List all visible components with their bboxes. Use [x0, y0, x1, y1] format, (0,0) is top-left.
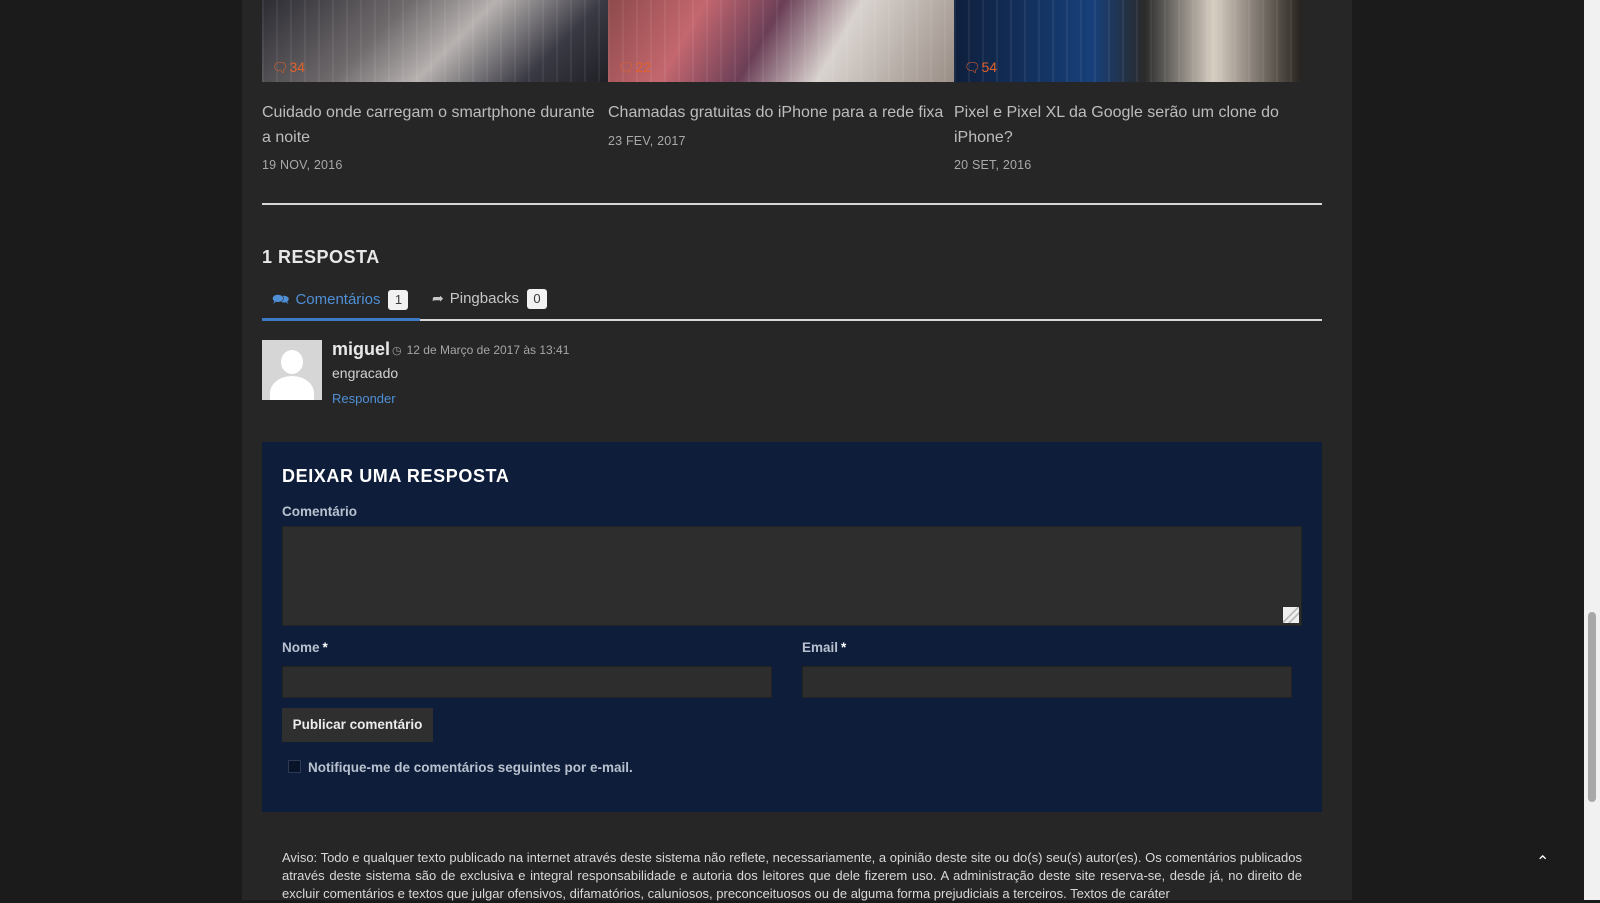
- comment-count: 🗨22: [618, 59, 651, 76]
- tab-pingbacks-label: Pingbacks: [449, 290, 519, 307]
- required-mark: *: [841, 640, 847, 655]
- related-post-title[interactable]: Cuidado onde carregam o smartphone duran…: [262, 100, 602, 150]
- related-post-title[interactable]: Pixel e Pixel XL da Google serão um clon…: [954, 100, 1294, 150]
- thumbnail-texture: [262, 0, 608, 82]
- comment-count: 🗨54: [964, 59, 997, 76]
- comment-count-value: 22: [635, 59, 652, 75]
- clock-icon: ◷: [392, 345, 402, 357]
- scrollbar-thumb[interactable]: [1588, 612, 1596, 802]
- related-post-title[interactable]: Chamadas gratuitas do iPhone para a rede…: [608, 100, 948, 125]
- related-post-date: 20 SET, 2016: [954, 158, 1032, 172]
- comment-count: 🗨34: [272, 59, 305, 76]
- avatar-body: [270, 376, 314, 400]
- resize-handle-icon[interactable]: [1283, 607, 1299, 623]
- thumbnail-texture: [954, 0, 1300, 82]
- reply-form-title: DEIXAR UMA RESPOSTA: [282, 466, 510, 486]
- required-mark: *: [322, 640, 328, 655]
- comment-author[interactable]: miguel: [332, 339, 390, 360]
- comment-bubble-icon: 🗨: [964, 60, 981, 75]
- comment-text: engracado: [332, 365, 399, 381]
- email-field-label: Email *: [802, 640, 846, 655]
- comment-timestamp[interactable]: ◷ 12 de Março de 2017 às 13:41: [392, 343, 569, 357]
- notify-checkbox[interactable]: [288, 760, 301, 773]
- email-input[interactable]: [802, 666, 1292, 698]
- related-posts: 🗨34 Cuidado onde carregam o smartphone d…: [262, 0, 1322, 205]
- tab-pingbacks[interactable]: ➦ Pingbacks 0: [422, 283, 562, 321]
- related-post-date: 19 NOV, 2016: [262, 158, 343, 172]
- section-divider: [262, 203, 1322, 205]
- avatar-head: [281, 350, 303, 374]
- notify-checkbox-label[interactable]: Notifique-me de comentários seguintes po…: [308, 760, 633, 775]
- submit-comment-button[interactable]: Publicar comentário: [282, 708, 433, 742]
- email-field-label-text: Email: [802, 640, 839, 655]
- tab-pingbacks-count: 0: [526, 289, 547, 309]
- related-post-thumbnail[interactable]: 🗨34: [262, 0, 608, 82]
- comment-count-value: 34: [289, 59, 306, 75]
- chevron-up-icon[interactable]: ⌃: [1536, 852, 1549, 872]
- reply-form: DEIXAR UMA RESPOSTA Comentário Nome * Ema…: [262, 442, 1322, 812]
- tab-comments[interactable]: 🗪 Comentários 1: [262, 283, 420, 321]
- comment-count-value: 54: [981, 59, 998, 75]
- name-field-label-text: Nome: [282, 640, 320, 655]
- comment-bubble-icon: 🗨: [272, 60, 289, 75]
- reply-link[interactable]: Responder: [332, 391, 396, 406]
- related-post-date: 23 FEV, 2017: [608, 134, 686, 148]
- comment-field-label: Comentário: [282, 504, 358, 519]
- comment-bubble-icon: 🗨: [618, 60, 635, 75]
- disclaimer-text: Aviso: Todo e qualquer texto publicado n…: [282, 850, 1302, 901]
- comment-timestamp-text: 12 de Março de 2017 às 13:41: [406, 343, 570, 357]
- comment-textarea[interactable]: [282, 526, 1302, 626]
- avatar: [262, 340, 322, 400]
- responses-heading: 1 RESPOSTA: [262, 247, 380, 267]
- related-post-thumbnail[interactable]: 🗨22: [608, 0, 954, 82]
- page: 🗨34 Cuidado onde carregam o smartphone d…: [0, 0, 1584, 901]
- tab-comments-label: Comentários: [295, 291, 381, 308]
- related-post-thumbnail[interactable]: 🗨54: [954, 0, 1300, 82]
- name-field-label: Nome *: [282, 640, 328, 655]
- comment-icon: 🗪: [272, 291, 290, 307]
- responses-tabs: 🗪 Comentários 1 ➦ Pingbacks 0: [262, 283, 1322, 321]
- thumbnail-texture: [608, 0, 954, 82]
- tab-comments-count: 1: [388, 290, 409, 310]
- share-icon: ➦: [432, 290, 444, 306]
- scrollbar[interactable]: [1584, 0, 1600, 900]
- name-input[interactable]: [282, 666, 772, 698]
